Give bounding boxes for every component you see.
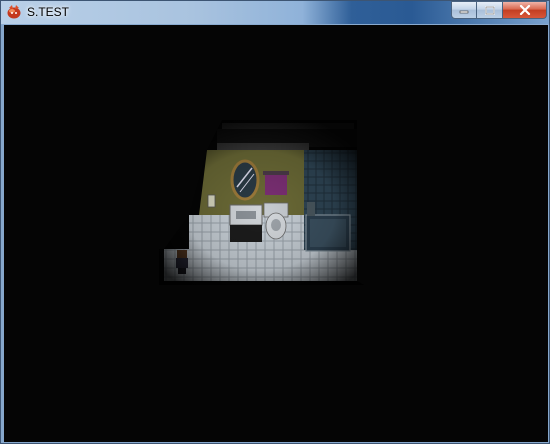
minimize-button[interactable] bbox=[451, 1, 477, 19]
close-button[interactable] bbox=[503, 1, 547, 19]
bathroom-scene bbox=[159, 120, 364, 285]
title-bar[interactable]: S.TEST bbox=[1, 1, 549, 24]
minimize-icon bbox=[459, 10, 469, 14]
maximize-icon bbox=[484, 5, 495, 15]
app-icon bbox=[7, 5, 21, 19]
window-controls bbox=[451, 1, 547, 19]
game-viewport[interactable] bbox=[4, 25, 548, 442]
close-icon bbox=[519, 5, 530, 15]
app-window: S.TEST bbox=[0, 0, 550, 444]
maximize-button[interactable] bbox=[477, 1, 503, 19]
window-title: S.TEST bbox=[27, 5, 70, 19]
